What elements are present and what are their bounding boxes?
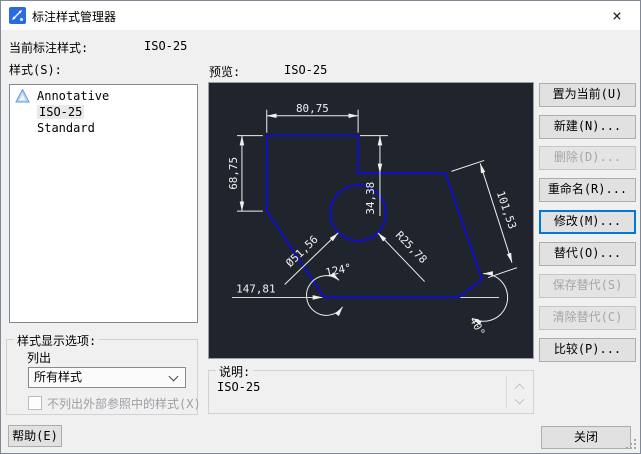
dim-value-top: 80,75	[296, 102, 329, 115]
preview-geometry	[265, 134, 484, 299]
help-button[interactable]: 帮助(E)	[8, 425, 62, 447]
style-item-standard[interactable]: Standard	[10, 120, 197, 136]
resize-grip[interactable]	[626, 439, 637, 450]
scroll-down-icon[interactable]	[514, 394, 525, 405]
description-group: 说明: ISO-25	[208, 363, 534, 414]
chevron-down-icon	[168, 371, 179, 382]
style-display-options-label: 样式显示选项:	[14, 332, 100, 349]
preview-label: 预览:	[209, 65, 241, 79]
styles-listbox[interactable]: Annotative ISO-25 Standard	[9, 84, 198, 323]
current-style-label: 当前标注样式:	[9, 41, 89, 55]
hide-xref-checkbox	[28, 396, 42, 410]
clear-override-button: 清除替代(C)	[539, 306, 636, 330]
save-override-button: 保存替代(S)	[539, 274, 636, 298]
preview-style-name: ISO-25	[284, 63, 328, 77]
style-item-annotative[interactable]: Annotative	[10, 88, 197, 104]
style-display-options-group: 样式显示选项: 列出 所有样式 不列出外部参照中的样式(X)	[6, 332, 201, 415]
description-value: ISO-25	[217, 380, 261, 394]
list-filter-label: 列出	[27, 351, 52, 365]
delete-button: 删除(D)...	[539, 146, 636, 170]
override-button[interactable]: 替代(O)...	[539, 242, 636, 266]
compare-button[interactable]: 比较(P)...	[539, 338, 636, 362]
style-filter-value: 所有样式	[34, 370, 83, 384]
style-item-iso25[interactable]: ISO-25	[10, 104, 197, 120]
set-current-button[interactable]: 置为当前(U)	[539, 83, 636, 107]
hide-xref-checkbox-row: 不列出外部参照中的样式(X)	[28, 395, 201, 411]
description-label: 说明:	[216, 363, 254, 380]
dim-value-mid: 34,38	[364, 182, 377, 215]
close-button[interactable]: ×	[602, 3, 632, 28]
dialog-close-button[interactable]: 关闭	[541, 426, 631, 449]
style-item-label: Standard	[37, 121, 95, 135]
titlebar[interactable]: 标注样式管理器 ×	[1, 1, 640, 30]
style-item-label: Annotative	[37, 89, 110, 103]
description-scrollbar-divider	[506, 376, 507, 408]
style-item-label: ISO-25	[37, 105, 85, 119]
hide-xref-checkbox-label: 不列出外部参照中的样式(X)	[47, 397, 201, 411]
dim-value-bottom: 147,81	[236, 282, 275, 295]
dim-value-left: 68,75	[227, 157, 240, 190]
current-style-value: ISO-25	[144, 39, 188, 53]
scroll-up-icon[interactable]	[514, 383, 525, 394]
modify-button[interactable]: 修改(M)...	[539, 210, 636, 234]
dimension-style-manager-dialog: 标注样式管理器 × 当前标注样式: ISO-25 样式(S): Annotati…	[0, 0, 641, 454]
new-button[interactable]: 新建(N)...	[539, 115, 636, 139]
annotative-icon	[15, 88, 30, 103]
dim-value-angle-right: 40°	[467, 315, 488, 338]
styles-list-label: 样式(S):	[9, 63, 62, 77]
rename-button[interactable]: 重命名(R)...	[539, 178, 636, 202]
window-title: 标注样式管理器	[32, 10, 117, 24]
close-icon: ×	[612, 6, 622, 25]
preview-canvas: 80,75 68,75 34,38 101,53 R25,78 Ø51,56 1…	[208, 82, 534, 359]
style-filter-combobox[interactable]: 所有样式	[28, 367, 186, 388]
dim-value-angle-left: 124°	[324, 261, 352, 279]
dim-value-aligned: 101,53	[494, 189, 519, 230]
dimension-style-icon	[9, 7, 26, 24]
dimension-texts: 80,75 68,75 34,38 101,53 R25,78 Ø51,56 1…	[227, 102, 519, 339]
dim-value-radius: R25,78	[393, 229, 430, 266]
